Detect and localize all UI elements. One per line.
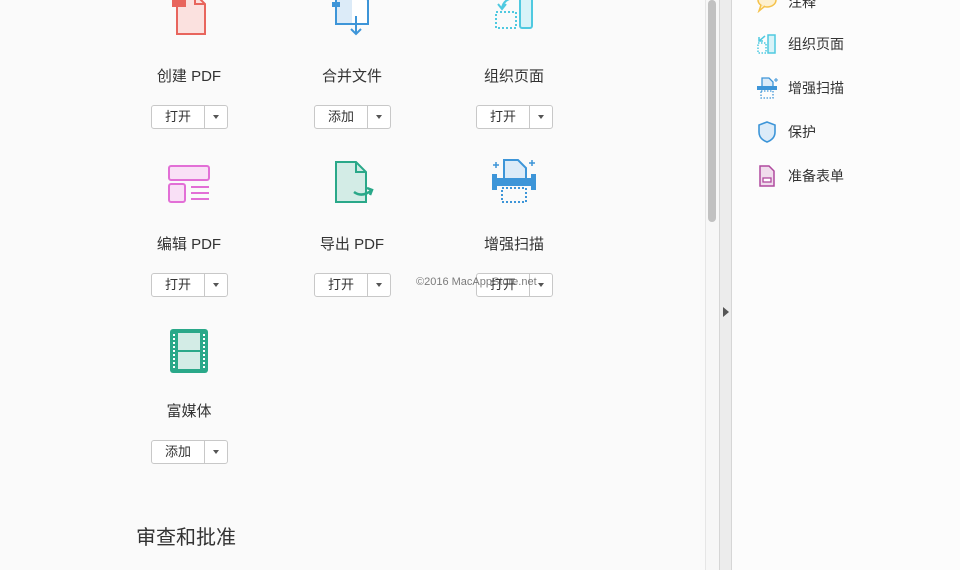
tools-main-area: 创建 PDF 打开 合并文件 添加 组织页面 打开 编辑 PDF 打开 导出 P…	[0, 0, 705, 570]
open-button[interactable]: 打开	[477, 106, 530, 128]
panel-item-label: 注释	[788, 0, 816, 10]
add-button[interactable]: 添加	[315, 106, 368, 128]
panel-item-label: 组织页面	[788, 36, 844, 52]
watermark: ©2016 MacAppStore.net	[416, 276, 537, 288]
scrollbar-thumb[interactable]	[708, 0, 716, 222]
panel-item-label: 增强扫描	[788, 80, 844, 96]
dropdown-button[interactable]	[530, 106, 552, 128]
collapse-arrow-icon[interactable]	[723, 307, 729, 317]
chevron-down-icon	[538, 115, 544, 119]
right-tools-panel: 注释 组织页面 增强扫描 保护 准备表单	[732, 0, 960, 570]
tool-create-pdf: 创建 PDF 打开	[109, 0, 269, 140]
rich-media-icon	[170, 329, 208, 373]
tool-label: 编辑 PDF	[156, 236, 222, 253]
open-button[interactable]: 打开	[152, 274, 205, 296]
tool-combine-files: 合并文件 添加	[272, 0, 432, 140]
open-split-button: 打开	[151, 105, 228, 129]
tool-label: 增强扫描	[483, 236, 544, 253]
panel-item-organize-pages[interactable]: 组织页面	[756, 32, 844, 56]
edit-pdf-icon	[168, 165, 210, 203]
open-button[interactable]: 打开	[315, 274, 368, 296]
add-split-button: 添加	[151, 440, 228, 464]
organize-pages-icon	[757, 34, 776, 54]
dropdown-button[interactable]	[205, 106, 227, 128]
add-split-button: 添加	[314, 105, 391, 129]
panel-item-protect[interactable]: 保护	[756, 120, 816, 144]
panel-item-prepare-form[interactable]: 准备表单	[756, 164, 844, 188]
open-button[interactable]: 打开	[152, 106, 205, 128]
create-pdf-icon	[172, 0, 206, 35]
chevron-down-icon	[213, 115, 219, 119]
combine-files-icon	[332, 0, 369, 36]
export-pdf-icon	[335, 161, 374, 203]
tool-label: 创建 PDF	[156, 68, 222, 85]
panel-item-comment[interactable]: 注释	[756, 0, 816, 14]
panel-item-label: 保护	[788, 124, 816, 140]
open-split-button: 打开	[314, 273, 391, 297]
add-button[interactable]: 添加	[152, 441, 205, 463]
tool-organize-pages: 组织页面 打开	[434, 0, 594, 140]
dropdown-button[interactable]	[205, 441, 227, 463]
panel-collapse-handle[interactable]	[719, 0, 732, 570]
panel-item-label: 准备表单	[788, 168, 844, 184]
section-heading: 审查和批准	[136, 527, 236, 549]
open-split-button: 打开	[476, 105, 553, 129]
enhance-scan-icon	[757, 77, 778, 99]
tool-edit-pdf: 编辑 PDF 打开	[109, 158, 269, 308]
chevron-down-icon	[213, 450, 219, 454]
prepare-form-icon	[759, 165, 775, 187]
dropdown-button[interactable]	[205, 274, 227, 296]
organize-pages-icon	[495, 0, 533, 29]
dropdown-button[interactable]	[368, 274, 390, 296]
enhance-scan-icon	[492, 159, 536, 203]
chevron-down-icon	[538, 283, 544, 287]
panel-item-enhance-scan[interactable]: 增强扫描	[756, 76, 844, 100]
chevron-down-icon	[376, 115, 382, 119]
tool-label: 导出 PDF	[319, 236, 385, 253]
chevron-down-icon	[376, 283, 382, 287]
tool-export-pdf: 导出 PDF 打开	[272, 158, 432, 308]
tool-rich-media: 富媒体 添加	[109, 325, 269, 475]
comment-icon	[757, 0, 777, 13]
chevron-down-icon	[213, 283, 219, 287]
open-split-button: 打开	[151, 273, 228, 297]
shield-icon	[758, 121, 776, 143]
tool-label: 组织页面	[483, 68, 544, 85]
tool-label: 合并文件	[321, 68, 382, 85]
dropdown-button[interactable]	[368, 106, 390, 128]
tool-label: 富媒体	[166, 403, 212, 420]
